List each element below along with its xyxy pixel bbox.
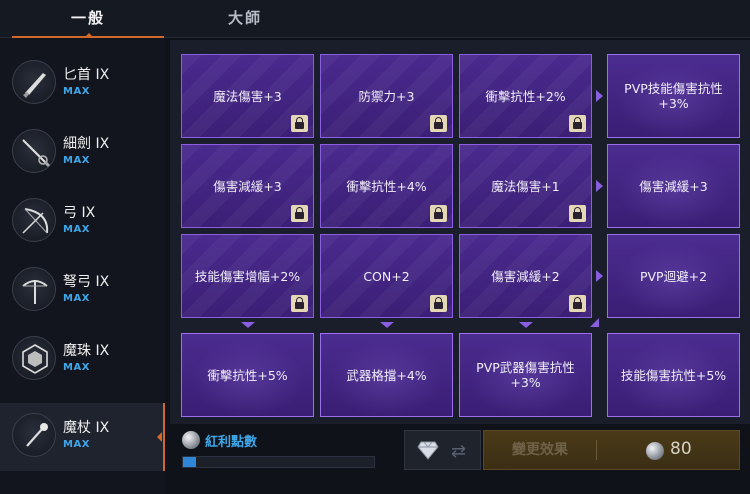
tab-general-label: 一般 bbox=[70, 9, 105, 27]
active-item-indicator bbox=[157, 432, 162, 442]
weapon-name: 匕首 IX bbox=[63, 67, 110, 83]
arrow-right-icon bbox=[596, 270, 603, 282]
cell-label: 衝擊抗性+5% bbox=[207, 367, 288, 383]
tab-master-label: 大師 bbox=[227, 9, 262, 27]
rapier-icon bbox=[12, 129, 56, 173]
wand-icon bbox=[12, 413, 56, 457]
bonus-progress-fill bbox=[183, 457, 197, 467]
cell-label: PVP迴避+2 bbox=[639, 268, 708, 284]
tab-general[interactable]: 一般 bbox=[12, 0, 164, 38]
lock-icon bbox=[291, 205, 308, 222]
lock-icon bbox=[291, 295, 308, 312]
bonus-point-coin-icon bbox=[646, 442, 664, 460]
tab-master[interactable]: 大師 bbox=[170, 0, 320, 38]
bonus-progress-bar bbox=[182, 456, 375, 468]
grid-cell[interactable]: 魔法傷害+3 bbox=[181, 54, 314, 138]
cell-label: 技能傷害抗性+5% bbox=[620, 367, 727, 383]
change-effect-button[interactable]: 變更效果 80 bbox=[483, 430, 740, 470]
grid-cell[interactable]: 防禦力+3 bbox=[320, 54, 453, 138]
weapon-level: MAX bbox=[63, 86, 90, 97]
sidebar-item-orb[interactable]: 魔珠 IX MAX bbox=[0, 326, 165, 394]
grid-cell-final[interactable]: PVP迴避+2 bbox=[607, 234, 740, 318]
lock-icon bbox=[569, 295, 586, 312]
grid-cell[interactable]: CON+2 bbox=[320, 234, 453, 318]
arrow-right-icon bbox=[596, 90, 603, 102]
grid-cell-final[interactable]: 傷害減緩+3 bbox=[607, 144, 740, 228]
arrow-corner-icon bbox=[590, 318, 599, 327]
lock-icon bbox=[430, 205, 447, 222]
bow-icon bbox=[12, 198, 56, 242]
weapon-name: 魔珠 IX bbox=[63, 343, 110, 359]
effect-grid: 魔法傷害+3 防禦力+3 衝擊抗性+2% PVP技能傷害抗性+3% 傷害減緩+3… bbox=[170, 40, 750, 424]
sidebar-item-dagger[interactable]: 匕首 IX MAX bbox=[0, 50, 165, 118]
grid-cell[interactable]: 衝擊抗性+4% bbox=[320, 144, 453, 228]
lock-icon bbox=[569, 115, 586, 132]
top-tab-bar: 一般 大師 bbox=[0, 0, 750, 38]
cell-label: PVP技能傷害抗性+3% bbox=[624, 81, 723, 111]
weapon-level: MAX bbox=[63, 362, 90, 373]
sidebar-item-crossbow[interactable]: 弩弓 IX MAX bbox=[0, 257, 165, 325]
grid-cell[interactable]: 武器格擋+4% bbox=[320, 333, 453, 417]
weapon-name: 弓 IX bbox=[63, 205, 96, 221]
weapon-name: 弩弓 IX bbox=[63, 274, 110, 290]
cell-label: 傷害減緩+3 bbox=[639, 178, 708, 194]
cell-label: 武器格擋+4% bbox=[346, 367, 427, 383]
arrow-right-icon bbox=[596, 180, 603, 192]
change-effect-label: 變更效果 bbox=[512, 442, 568, 458]
orb-icon bbox=[12, 336, 56, 380]
grid-cell[interactable]: 技能傷害增幅+2% bbox=[181, 234, 314, 318]
lock-icon bbox=[430, 115, 447, 132]
bonus-points-label: 紅利點數 bbox=[205, 435, 258, 450]
cell-label: PVP武器傷害抗性+3% bbox=[476, 360, 575, 390]
arrow-down-icon bbox=[380, 322, 394, 328]
dagger-icon bbox=[12, 60, 56, 104]
weapon-name: 細劍 IX bbox=[63, 136, 110, 152]
arrow-down-icon bbox=[519, 322, 533, 328]
weapon-level: MAX bbox=[63, 293, 90, 304]
grid-cell[interactable]: 技能傷害抗性+5% bbox=[607, 333, 740, 417]
sidebar-item-wand[interactable]: 魔杖 IX MAX bbox=[0, 403, 165, 471]
change-cost: 80 bbox=[670, 439, 692, 459]
sidebar-item-bow[interactable]: 弓 IX MAX bbox=[0, 188, 165, 256]
bonus-point-coin-icon bbox=[182, 431, 200, 449]
gem-swap-box[interactable]: ⇄ bbox=[404, 430, 481, 470]
arrow-down-icon bbox=[241, 322, 255, 328]
grid-cell-final[interactable]: PVP技能傷害抗性+3% bbox=[607, 54, 740, 138]
weapon-level: MAX bbox=[63, 439, 90, 450]
weapon-level: MAX bbox=[63, 224, 90, 235]
grid-cell[interactable]: PVP武器傷害抗性+3% bbox=[459, 333, 592, 417]
lock-icon bbox=[569, 205, 586, 222]
weapon-level: MAX bbox=[63, 155, 90, 166]
crossbow-icon bbox=[12, 267, 56, 311]
swap-arrows-icon: ⇄ bbox=[451, 441, 467, 462]
button-divider bbox=[596, 440, 597, 460]
grid-cell[interactable]: 魔法傷害+1 bbox=[459, 144, 592, 228]
weapon-name: 魔杖 IX bbox=[63, 420, 110, 436]
sidebar-item-rapier[interactable]: 細劍 IX MAX bbox=[0, 119, 165, 187]
weapon-sidebar: 匕首 IX MAX 細劍 IX MAX 弓 IX MAX 弩弓 IX MAX 魔… bbox=[0, 38, 165, 494]
grid-cell[interactable]: 衝擊抗性+5% bbox=[181, 333, 314, 417]
grid-cell[interactable]: 傷害減緩+3 bbox=[181, 144, 314, 228]
diamond-icon bbox=[417, 441, 439, 460]
grid-cell[interactable]: 傷害減緩+2 bbox=[459, 234, 592, 318]
lock-icon bbox=[430, 295, 447, 312]
grid-cell[interactable]: 衝擊抗性+2% bbox=[459, 54, 592, 138]
lock-icon bbox=[291, 115, 308, 132]
